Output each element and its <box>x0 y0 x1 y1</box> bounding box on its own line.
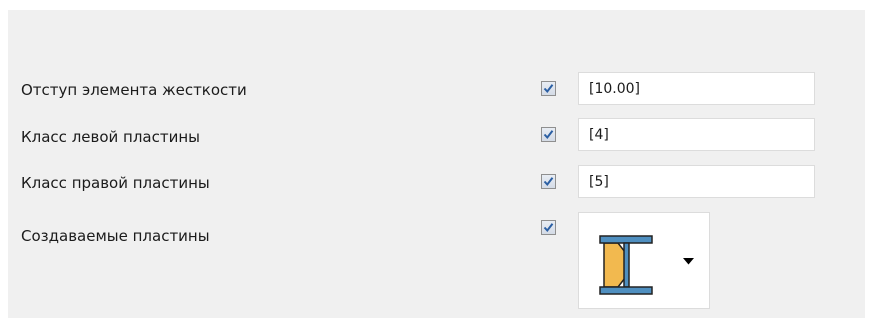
stiffener-offset-input[interactable] <box>578 72 815 105</box>
chevron-down-icon <box>683 258 694 265</box>
right-plate-class-checkbox[interactable] <box>541 174 556 189</box>
beam-stiffener-plate-icon <box>599 235 653 295</box>
left-plate-class-checkbox[interactable] <box>541 127 556 142</box>
stiffener-offset-label: Отступ элемента жесткости <box>21 81 247 99</box>
created-plates-dropdown[interactable] <box>578 212 710 309</box>
created-plates-checkbox[interactable] <box>541 220 556 235</box>
checkmark-icon <box>543 84 554 94</box>
created-plates-label: Создаваемые пластины <box>21 227 210 245</box>
left-plate-class-input[interactable] <box>578 118 815 151</box>
checkmark-icon <box>543 223 554 233</box>
stiffener-offset-checkbox[interactable] <box>541 81 556 96</box>
checkmark-icon <box>543 130 554 140</box>
right-plate-class-label: Класс правой пластины <box>21 174 210 192</box>
properties-panel <box>8 10 865 318</box>
left-plate-class-label: Класс левой пластины <box>21 128 201 146</box>
right-plate-class-input[interactable] <box>578 165 815 198</box>
checkmark-icon <box>543 177 554 187</box>
